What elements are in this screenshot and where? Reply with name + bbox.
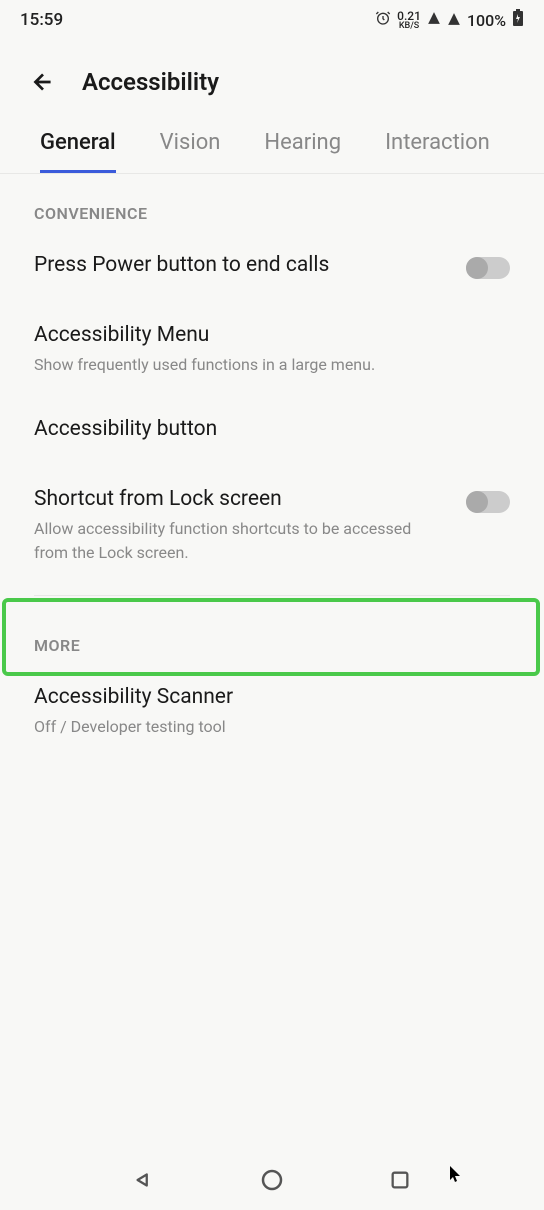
tab-interaction[interactable]: Interaction	[385, 116, 490, 173]
status-bar: 15:59 0.21 KB/S 100%	[0, 0, 544, 40]
setting-accessibility-menu[interactable]: Accessibility Menu Show frequently used …	[0, 303, 544, 397]
nav-home-button[interactable]	[259, 1167, 285, 1193]
status-time: 15:59	[20, 10, 63, 30]
setting-accessibility-scanner[interactable]: Accessibility Scanner Off / Developer te…	[0, 665, 544, 759]
nav-recent-button[interactable]	[387, 1167, 413, 1193]
toggle-shortcut-lock-screen[interactable]	[466, 491, 510, 513]
section-divider	[34, 595, 510, 596]
setting-title: Accessibility Scanner	[34, 685, 510, 709]
setting-subtitle: Off / Developer testing tool	[34, 715, 510, 739]
setting-accessibility-button[interactable]: Accessibility button	[0, 397, 544, 467]
setting-title: Accessibility button	[34, 417, 510, 441]
data-speed: 0.21 KB/S	[397, 10, 421, 31]
section-header-more: MORE	[0, 606, 544, 665]
nav-back-button[interactable]	[131, 1167, 157, 1193]
battery-icon	[512, 9, 524, 31]
tab-hearing[interactable]: Hearing	[264, 116, 341, 173]
tab-general[interactable]: General	[40, 116, 116, 173]
setting-title: Accessibility Menu	[34, 323, 510, 347]
back-button[interactable]	[30, 69, 56, 95]
signal-icon-1	[427, 11, 441, 29]
page-title: Accessibility	[82, 68, 219, 96]
setting-subtitle: Allow accessibility function shortcuts t…	[34, 517, 446, 565]
tab-vision[interactable]: Vision	[160, 116, 221, 173]
setting-title: Shortcut from Lock screen	[34, 487, 446, 511]
cursor-icon	[450, 1166, 464, 1188]
status-indicators: 0.21 KB/S 100%	[375, 9, 524, 31]
section-header-convenience: CONVENIENCE	[0, 174, 544, 233]
setting-power-end-calls[interactable]: Press Power button to end calls	[0, 233, 544, 303]
battery-percent: 100%	[467, 11, 506, 30]
setting-title: Press Power button to end calls	[34, 253, 446, 277]
toggle-power-end-calls[interactable]	[466, 257, 510, 279]
signal-icon-2	[447, 12, 461, 29]
app-header: Accessibility	[0, 40, 544, 116]
alarm-icon	[375, 10, 391, 30]
setting-shortcut-lock-screen[interactable]: Shortcut from Lock screen Allow accessib…	[0, 467, 544, 585]
setting-subtitle: Show frequently used functions in a larg…	[34, 353, 510, 377]
tab-bar: General Vision Hearing Interaction	[0, 116, 544, 174]
